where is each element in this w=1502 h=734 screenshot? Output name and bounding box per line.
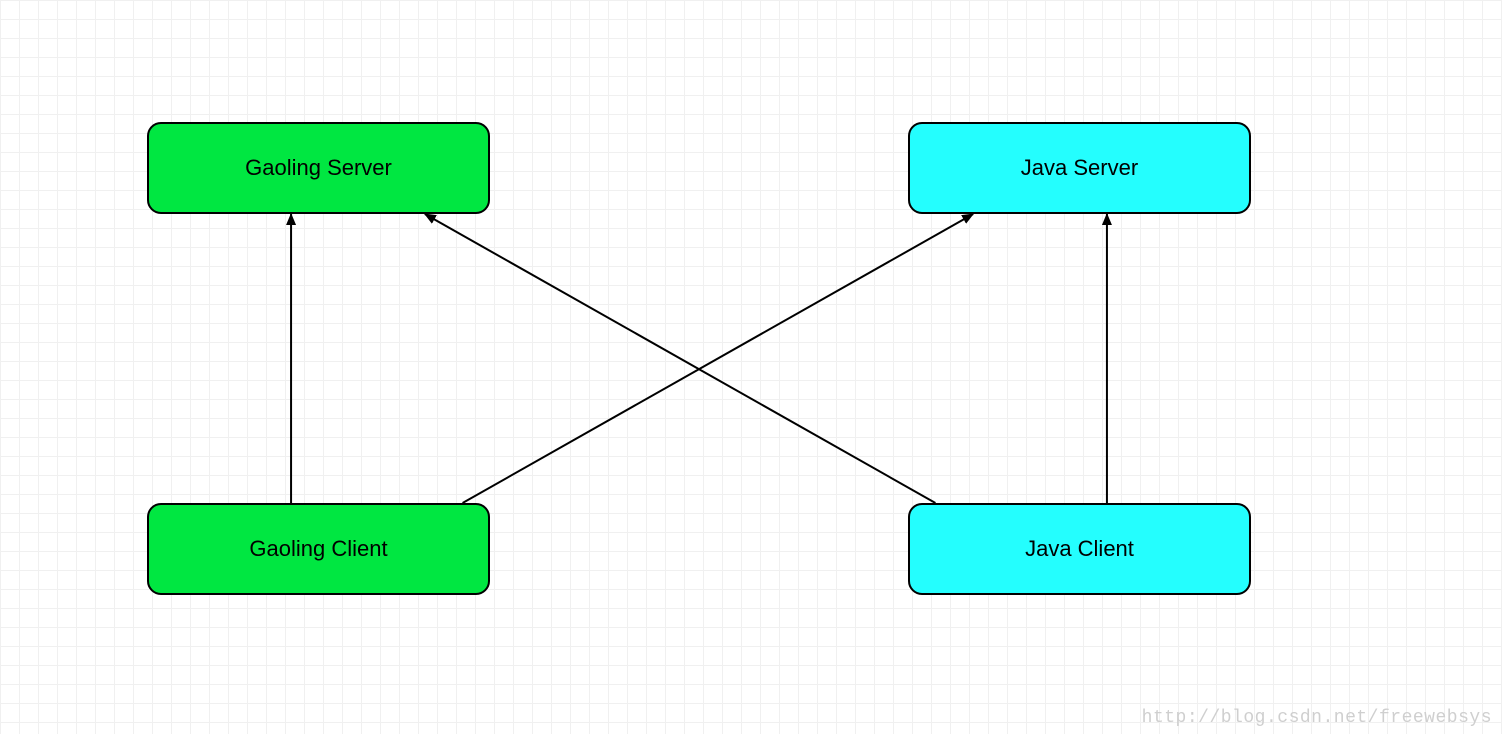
grid-background (0, 0, 1502, 734)
node-gaoling-server: Gaoling Server (147, 122, 490, 214)
node-label: Java Server (1021, 155, 1138, 181)
node-java-client: Java Client (908, 503, 1251, 595)
node-label: Java Client (1025, 536, 1134, 562)
node-gaoling-client: Gaoling Client (147, 503, 490, 595)
node-label: Gaoling Client (249, 536, 387, 562)
watermark-text: http://blog.csdn.net/freewebsys (1142, 708, 1492, 728)
node-java-server: Java Server (908, 122, 1251, 214)
node-label: Gaoling Server (245, 155, 392, 181)
